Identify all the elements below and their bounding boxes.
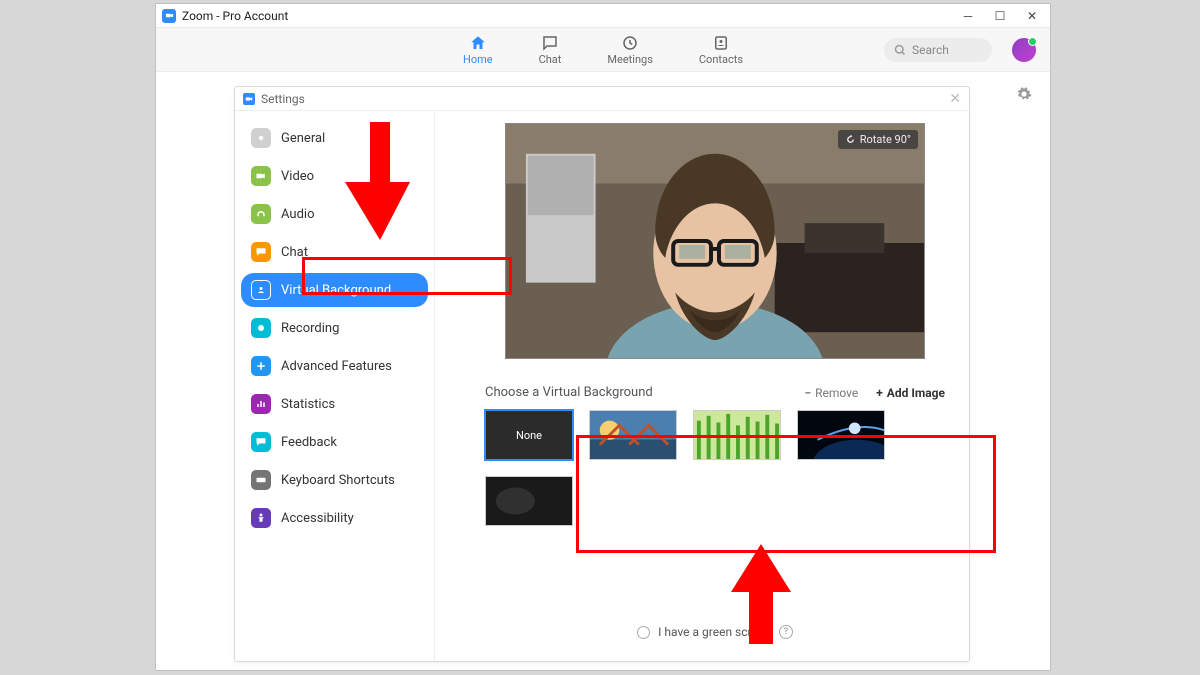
- sidebar-item-chat[interactable]: Chat: [241, 235, 428, 269]
- gear-icon: [251, 128, 271, 148]
- sidebar-item-feedback[interactable]: Feedback: [241, 425, 428, 459]
- speech-icon: [251, 242, 271, 262]
- sidebar-item-audio[interactable]: Audio: [241, 197, 428, 231]
- contacts-icon: [712, 34, 730, 52]
- sidebar-item-label: Keyboard Shortcuts: [281, 473, 395, 488]
- sidebar-item-label: Audio: [281, 207, 314, 222]
- add-image-button[interactable]: +Add Image: [876, 386, 945, 400]
- content-area: Settings ✕ General Video Audio Chat Virt…: [156, 72, 1050, 670]
- rotate-icon: [845, 134, 856, 145]
- camera-icon: [251, 166, 271, 186]
- stats-icon: [251, 394, 271, 414]
- minimize-button[interactable]: ─: [960, 8, 976, 24]
- greenscreen-checkbox[interactable]: [637, 626, 650, 639]
- keyboard-icon: [251, 470, 271, 490]
- sidebar-item-label: Accessibility: [281, 511, 354, 526]
- plus-icon: [251, 356, 271, 376]
- nav-tab-meetings[interactable]: Meetings: [603, 32, 656, 68]
- top-nav: Home Chat Meetings Contacts Search: [156, 28, 1050, 72]
- person-icon: [251, 280, 271, 300]
- window-title: Zoom - Pro Account: [182, 9, 288, 23]
- settings-titlebar: Settings ✕: [235, 87, 969, 111]
- window-controls: ─ ☐ ✕: [960, 8, 1044, 24]
- sidebar-item-label: Chat: [281, 245, 308, 260]
- nav-tab-contacts[interactable]: Contacts: [695, 32, 747, 68]
- accessibility-icon: [251, 508, 271, 528]
- sidebar-item-video[interactable]: Video: [241, 159, 428, 193]
- sidebar-item-recording[interactable]: Recording: [241, 311, 428, 345]
- settings-window: Settings ✕ General Video Audio Chat Virt…: [234, 86, 970, 662]
- zoom-app-window: Zoom - Pro Account ─ ☐ ✕ Home Chat Meeti…: [155, 3, 1051, 671]
- search-input[interactable]: Search: [884, 38, 992, 62]
- sidebar-item-virtual-background[interactable]: Virtual Background: [241, 273, 428, 307]
- nav-tab-chat[interactable]: Chat: [535, 32, 566, 68]
- zoom-logo-icon: [243, 93, 255, 105]
- record-icon: [251, 318, 271, 338]
- thumb-grass[interactable]: [693, 410, 781, 460]
- chat-icon: [541, 34, 559, 52]
- thumb-none[interactable]: None: [485, 410, 573, 460]
- thumb-space[interactable]: [797, 410, 885, 460]
- help-icon[interactable]: ?: [779, 625, 793, 639]
- choose-bg-label: Choose a Virtual Background: [485, 385, 653, 400]
- settings-title: Settings: [261, 92, 305, 106]
- sidebar-item-label: Recording: [281, 321, 339, 336]
- sidebar-item-label: Advanced Features: [281, 359, 392, 374]
- gear-icon[interactable]: [1016, 86, 1032, 106]
- sidebar-item-general[interactable]: General: [241, 121, 428, 155]
- sidebar-item-keyboard[interactable]: Keyboard Shortcuts: [241, 463, 428, 497]
- close-button[interactable]: ✕: [1024, 8, 1040, 24]
- sidebar-item-advanced[interactable]: Advanced Features: [241, 349, 428, 383]
- greenscreen-label: I have a green screen: [658, 625, 771, 639]
- remove-button[interactable]: −Remove: [804, 386, 858, 400]
- feedback-icon: [251, 432, 271, 452]
- sidebar-item-accessibility[interactable]: Accessibility: [241, 501, 428, 535]
- zoom-logo-icon: [162, 9, 176, 23]
- rotate-button[interactable]: Rotate 90°: [838, 130, 918, 149]
- nav-tab-home[interactable]: Home: [459, 32, 497, 68]
- sidebar-item-label: Statistics: [281, 397, 335, 412]
- search-icon: [894, 44, 906, 56]
- clock-icon: [621, 34, 639, 52]
- titlebar: Zoom - Pro Account ─ ☐ ✕: [156, 4, 1050, 28]
- maximize-button[interactable]: ☐: [992, 8, 1008, 24]
- thumb-bridge[interactable]: [589, 410, 677, 460]
- video-preview: Rotate 90°: [505, 123, 925, 359]
- sidebar-item-label: Virtual Background: [281, 283, 391, 298]
- background-thumbnails: None: [485, 410, 915, 526]
- close-icon[interactable]: ✕: [949, 91, 961, 107]
- settings-sidebar: General Video Audio Chat Virtual Backgro…: [235, 111, 435, 661]
- sidebar-item-statistics[interactable]: Statistics: [241, 387, 428, 421]
- headphones-icon: [251, 204, 271, 224]
- sidebar-item-label: Video: [281, 169, 314, 184]
- avatar[interactable]: [1012, 38, 1036, 62]
- home-icon: [469, 34, 487, 52]
- sidebar-item-label: General: [281, 131, 325, 146]
- sidebar-item-label: Feedback: [281, 435, 337, 450]
- thumb-dark[interactable]: [485, 476, 573, 526]
